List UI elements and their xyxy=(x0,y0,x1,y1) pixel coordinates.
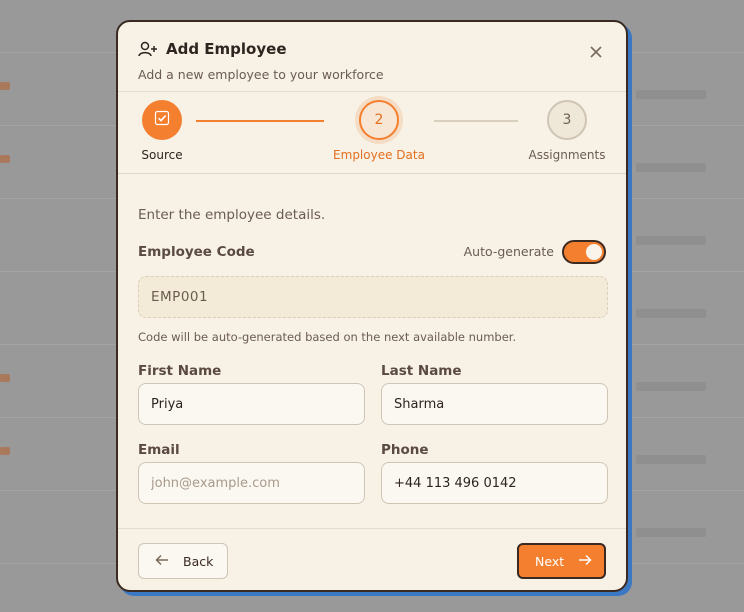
step-connector-pending xyxy=(434,120,518,122)
backdrop-badge xyxy=(0,447,10,455)
last-name-label: Last Name xyxy=(381,363,462,379)
email-label: Email xyxy=(138,442,180,458)
check-icon xyxy=(154,110,170,130)
step-2-label: Employee Data xyxy=(333,148,425,162)
step-2-indicator: 2 xyxy=(359,100,399,140)
phone-label: Phone xyxy=(381,442,429,458)
phone-input[interactable] xyxy=(381,462,608,504)
form-intro: Enter the employee details. xyxy=(138,207,326,223)
close-icon[interactable] xyxy=(588,44,604,60)
email-input[interactable] xyxy=(138,462,365,504)
toggle-knob xyxy=(586,244,602,260)
auto-generate-label: Auto-generate xyxy=(463,244,554,259)
back-button-label: Back xyxy=(183,553,214,569)
employee-code-hint: Code will be auto-generated based on the… xyxy=(138,330,517,344)
step-2-number: 2 xyxy=(374,112,384,128)
next-button[interactable]: Next xyxy=(517,543,606,579)
stepper: Source 2 Employee Data 3 Assignments xyxy=(118,92,626,174)
backdrop-cell xyxy=(636,163,706,172)
backdrop-badge xyxy=(0,155,10,163)
backdrop-cell xyxy=(636,382,706,391)
backdrop-cell xyxy=(636,528,706,537)
step-1-indicator[interactable] xyxy=(142,100,182,140)
backdrop-cell xyxy=(636,236,706,245)
step-3-number: 3 xyxy=(562,112,572,128)
step-connector-completed xyxy=(196,120,324,122)
arrow-right-icon xyxy=(578,554,592,569)
dialog-header: Add Employee Add a new employee to your … xyxy=(118,22,626,92)
step-3-indicator: 3 xyxy=(547,100,587,140)
last-name-input[interactable] xyxy=(381,383,608,425)
employee-code-field: EMP001 xyxy=(138,276,608,318)
first-name-input[interactable] xyxy=(138,383,365,425)
backdrop-cell xyxy=(636,309,706,318)
employee-code-label: Employee Code xyxy=(138,244,255,260)
step-1-label: Source xyxy=(141,148,183,162)
add-employee-dialog: Add Employee Add a new employee to your … xyxy=(116,20,628,592)
back-button[interactable]: Back xyxy=(138,543,228,579)
step-3-label: Assignments xyxy=(528,148,606,162)
backdrop-badge xyxy=(0,374,10,382)
arrow-left-icon xyxy=(155,554,169,569)
auto-generate-toggle[interactable] xyxy=(562,240,606,264)
backdrop-cell xyxy=(636,90,706,99)
dialog-title-row: Add Employee xyxy=(138,40,287,58)
backdrop-cell xyxy=(636,455,706,464)
dialog-subtitle: Add a new employee to your workforce xyxy=(138,67,384,82)
next-button-label: Next xyxy=(535,553,565,569)
dialog-title: Add Employee xyxy=(166,40,287,58)
backdrop-badge xyxy=(0,82,10,90)
add-user-icon xyxy=(138,40,158,58)
dialog-footer: Back Next xyxy=(118,528,626,590)
first-name-label: First Name xyxy=(138,363,222,379)
